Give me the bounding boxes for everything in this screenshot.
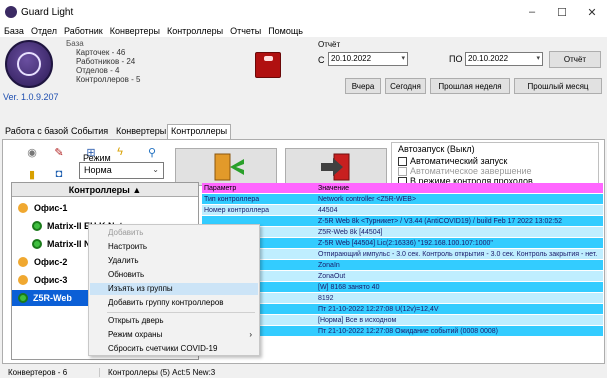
table-row[interactable]: Пт 21-10-2022 12:27:08 U(12v)=12,4V — [202, 304, 603, 315]
table-row[interactable]: ZonaIn — [202, 260, 603, 271]
menu-security-mode[interactable]: Режим охраны › — [90, 329, 258, 341]
connect-icon[interactable]: ◘ — [51, 166, 67, 182]
menu-open-door[interactable]: Открыть дверь — [90, 315, 258, 327]
table-row[interactable]: Z-5R Web 8k <Турникет> / V3.44 (AntiCOVI… — [202, 216, 603, 227]
menu-bar: База Отдел Работник Конвертеры Контролле… — [0, 24, 607, 37]
last-week-button[interactable]: Прошлая неделя — [430, 78, 510, 94]
stat-departments: Отделов - 4 — [76, 66, 120, 75]
column-header-parameter: Параметр — [204, 185, 237, 192]
group-icon — [18, 203, 28, 213]
controller-icon — [32, 221, 42, 231]
table-row[interactable]: Пт 21-10-2022 12:27:08 Ожидание событий … — [202, 326, 603, 337]
logo — [5, 40, 53, 88]
menu-item-konvertery[interactable]: Конвертеры — [110, 26, 160, 36]
title-bar: Guard Light – ☐ ✕ — [0, 0, 607, 24]
flash-icon[interactable]: ϟ — [112, 144, 128, 160]
tab-controllers[interactable]: Контроллеры — [167, 124, 232, 139]
table-row[interactable]: [W] 8168 занято 40 — [202, 282, 603, 293]
autostart-title: Автозапуск (Выкл) — [398, 144, 475, 154]
menu-item-baza[interactable]: База — [4, 26, 24, 36]
menu-reset-covid[interactable]: Сбросить счетчики COVID-19 — [90, 343, 258, 355]
today-button[interactable]: Сегодня — [385, 78, 426, 94]
table-row[interactable]: Z-5R Web [44504] Lic(2:16336) "192.168.1… — [202, 238, 603, 249]
menu-add-group[interactable]: Добавить группу контроллеров — [90, 297, 258, 309]
menu-delete[interactable]: Удалить — [90, 255, 258, 267]
disk-icon[interactable]: ◉ — [24, 144, 40, 160]
to-date-field[interactable]: 20.10.2022 ▾ — [465, 52, 543, 66]
table-header: Параметр Значение — [202, 183, 603, 194]
menu-item-otdel[interactable]: Отдел — [31, 26, 57, 36]
status-converters: Конвертеров - 6 — [0, 367, 100, 377]
tree-header[interactable]: Контроллеры ▲ — [12, 183, 198, 197]
mode-select[interactable]: Норма ⌄ — [79, 162, 164, 179]
stat-cards: Карточек - 46 — [76, 48, 126, 57]
context-menu: Добавить Настроить Удалить Обновить Изъя… — [88, 224, 260, 356]
table-row[interactable]: Номер контроллера 44504 — [202, 205, 603, 216]
tab-strip: Работа с базой События Конвертеры Контро… — [0, 124, 607, 139]
report-button[interactable]: Отчёт — [549, 51, 601, 68]
enter-door-button[interactable] — [285, 148, 387, 186]
trash-icon[interactable]: ▮ — [24, 166, 40, 182]
menu-remove-from-group[interactable]: Изъять из группы — [90, 283, 258, 295]
report-panel: Отчёт С 20.10.2022 ▾ ПО 20.10.2022 ▾ Отчёт… — [318, 40, 604, 96]
version-label: Ver. 1.0.9.207 — [3, 92, 59, 102]
maximize-button[interactable]: ☐ — [547, 0, 577, 24]
table-row[interactable]: ь[Норма] Все в исходном — [202, 315, 603, 326]
menu-add: Добавить — [108, 228, 144, 237]
yesterday-button[interactable]: Вчера — [345, 78, 381, 94]
menu-item-pomosch[interactable]: Помощь — [268, 26, 303, 36]
tab-converters[interactable]: Конвертеры — [113, 125, 169, 139]
group-icon — [18, 275, 28, 285]
menu-configure[interactable]: Настроить — [90, 241, 258, 253]
auto-start-checkbox[interactable]: Автоматический запуск — [398, 156, 507, 166]
close-button[interactable]: ✕ — [577, 0, 607, 24]
calendar-dropdown-icon[interactable]: ▾ — [401, 53, 405, 65]
parameter-table: Параметр Значение Тип контроллера Network… — [202, 183, 603, 361]
door-exit-icon — [214, 153, 244, 181]
autostart-group: Автозапуск (Выкл) Автоматический запуск … — [391, 142, 599, 186]
menu-item-rabotnik[interactable]: Работник — [64, 26, 103, 36]
tab-events[interactable]: События — [68, 125, 111, 139]
app-icon — [5, 6, 17, 18]
wrench-icon[interactable]: ✎ — [51, 144, 67, 160]
stat-controllers: Контроллеров - 5 — [76, 75, 141, 84]
window-title: Guard Light — [21, 6, 74, 18]
last-month-button[interactable]: Прошлый месяц — [514, 78, 602, 94]
search-icon[interactable]: ⚲ — [144, 144, 160, 160]
menu-item-otchety[interactable]: Отчеты — [230, 26, 261, 36]
controller-icon — [32, 239, 42, 249]
calendar-dropdown-icon[interactable]: ▾ — [536, 53, 540, 65]
menu-item-kontrollery[interactable]: Контроллеры — [167, 26, 223, 36]
base-stats: База Карточек - 46 Работников - 24 Отдел… — [66, 39, 140, 84]
minimize-button[interactable]: – — [517, 0, 547, 24]
auto-finish-checkbox: Автоматическое завершение — [398, 166, 532, 176]
table-row[interactable]: Тип контроллера Network controller <Z5R-W… — [202, 194, 603, 205]
controller-icon — [18, 293, 28, 303]
menu-refresh[interactable]: Обновить — [90, 269, 258, 281]
to-label: ПО — [449, 54, 463, 64]
chevron-right-icon: › — [249, 330, 252, 339]
from-label: С — [318, 55, 325, 65]
report-label: Отчёт — [318, 40, 341, 49]
chevron-down-icon: ⌄ — [152, 165, 159, 174]
door-enter-icon — [321, 153, 350, 181]
table-row[interactable]: 8192 — [202, 293, 603, 304]
group-icon — [18, 257, 28, 267]
column-header-value: Значение — [318, 185, 350, 192]
header-panel: Ver. 1.0.9.207 База Карточек - 46 Работн… — [0, 37, 607, 119]
table-row[interactable]: ZonaOut — [202, 271, 603, 282]
tab-database[interactable]: Работа с базой — [2, 125, 71, 139]
stats-title: База — [66, 39, 84, 48]
status-bar: Конвертеров - 6 Контроллеры (5) Act:5 Ne… — [0, 366, 607, 378]
table-row[interactable]: Отпирающий импульс - 3.0 сек. Контроль о… — [202, 249, 603, 260]
exit-door-button[interactable] — [175, 148, 277, 186]
table-row[interactable]: установки)Z5R-Web 8k [44504] — [202, 227, 603, 238]
from-date-field[interactable]: 20.10.2022 ▾ — [328, 52, 408, 66]
device-icon — [255, 52, 281, 78]
status-controllers: Контроллеры (5) Act:5 New:3 — [108, 367, 216, 377]
tree-group-office1[interactable]: Офис-1 — [12, 200, 198, 216]
stat-workers: Работников - 24 — [76, 57, 136, 66]
